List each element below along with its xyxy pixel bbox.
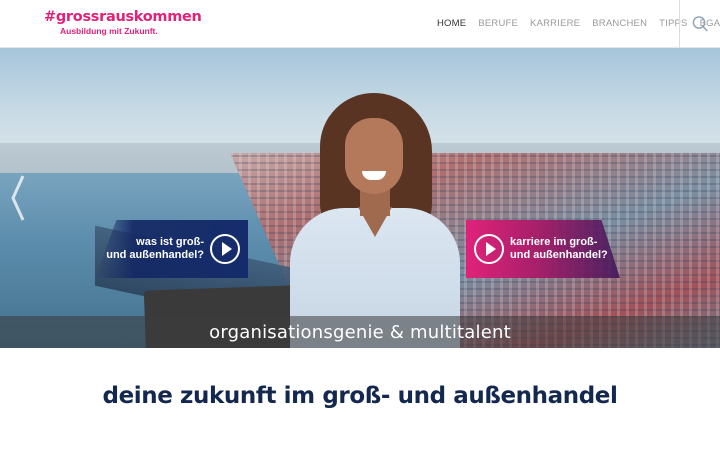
hero-banner: was ist groß- und außenhandel? karriere … (0, 48, 720, 348)
search-icon (692, 16, 708, 32)
hero-caption-bar: organisationsgenie & multitalent (0, 316, 720, 348)
search-button[interactable] (679, 0, 720, 48)
nav-home[interactable]: HOME (437, 18, 466, 29)
hero-caption: organisationsgenie & multitalent (209, 321, 511, 343)
cta-career-label: karriere im groß- und außenhandel? (510, 236, 608, 261)
play-icon (474, 234, 504, 264)
site-header: #grossrauskommen Ausbildung mit Zukunft.… (0, 0, 720, 48)
hero-person (290, 93, 460, 348)
chevron-left-icon (11, 175, 25, 221)
nav-berufe[interactable]: BERUFE (478, 18, 518, 29)
cta-what-is-trade-label: was ist groß- und außenhandel? (106, 236, 204, 261)
person-face (345, 118, 403, 194)
nav-branchen[interactable]: BRANCHEN (592, 18, 647, 29)
cta-career[interactable]: karriere im groß- und außenhandel? (466, 220, 620, 278)
play-icon (210, 234, 240, 264)
page-headline: deine zukunft im groß- und außenhandel (102, 383, 618, 409)
main-nav: HOME BERUFE KARRIERE BRANCHEN TIPPS BGA (437, 18, 720, 29)
logo[interactable]: #grossrauskommen Ausbildung mit Zukunft. (44, 9, 202, 36)
logo-tagline: Ausbildung mit Zukunft. (60, 26, 158, 36)
slider-prev-button[interactable] (6, 173, 30, 223)
nav-karriere[interactable]: KARRIERE (530, 18, 580, 29)
logo-title: #grossrauskommen (44, 9, 202, 25)
cta-what-is-trade[interactable]: was ist groß- und außenhandel? (95, 220, 248, 278)
